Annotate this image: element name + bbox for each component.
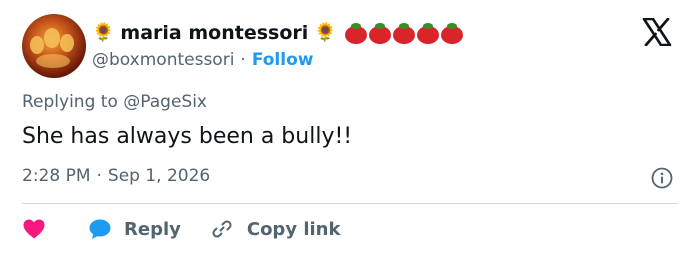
tweet-date[interactable]: Sep 1, 2026	[108, 166, 210, 186]
reply-mention[interactable]: @PageSix	[123, 92, 207, 112]
author-name-row[interactable]: 🌻 maria montessori 🌻	[92, 20, 463, 46]
reply-context-prefix: Replying to	[22, 92, 118, 112]
author-handle[interactable]: @boxmontessori	[92, 50, 234, 70]
tomato-icon	[392, 22, 415, 44]
timestamp[interactable]: 2:28 PM · Sep 1, 2026	[22, 166, 210, 186]
sunflower-icon: 🌻	[314, 22, 337, 43]
status-emoji-group	[344, 22, 463, 44]
tomato-icon	[344, 22, 367, 44]
sunflower-icon: 🌻	[92, 22, 115, 43]
action-bar: Reply Copy link	[22, 216, 340, 242]
info-icon[interactable]	[651, 167, 673, 189]
reply-context: Replying to @PageSix	[22, 92, 207, 112]
tomato-icon	[368, 22, 391, 44]
divider	[22, 203, 678, 204]
author-name[interactable]: maria montessori	[120, 22, 308, 44]
tweet-text: She has always been a bully!!	[22, 124, 353, 149]
tweet-card: 🌻 maria montessori 🌻 @boxmontessori · Fo…	[0, 0, 700, 256]
avatar[interactable]	[22, 14, 86, 78]
tomato-icon	[440, 22, 463, 44]
x-logo-icon[interactable]	[642, 18, 672, 46]
tomato-icon	[416, 22, 439, 44]
copy-link-label: Copy link	[246, 218, 341, 240]
reply-bubble-icon	[89, 219, 111, 239]
reply-label: Reply	[124, 218, 181, 240]
tweet-time[interactable]: 2:28 PM	[22, 166, 91, 186]
link-icon	[212, 220, 232, 238]
separator: ·	[240, 50, 246, 70]
reply-button[interactable]: Reply	[88, 218, 181, 240]
separator: ·	[96, 166, 102, 186]
follow-button[interactable]: Follow	[252, 50, 314, 70]
handle-row: @boxmontessori · Follow	[92, 49, 313, 71]
heart-icon[interactable]	[22, 218, 46, 240]
copy-link-button[interactable]: Copy link	[211, 218, 341, 240]
